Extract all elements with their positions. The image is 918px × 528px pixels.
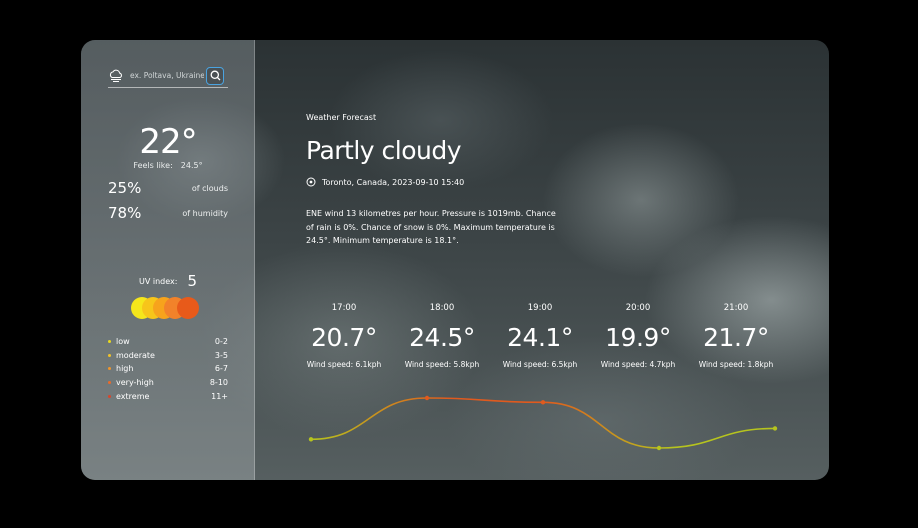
feels-like-value: 24.5° [180, 161, 203, 170]
uv-level-name: moderate [116, 350, 155, 360]
feels-like-label: Feels like: [133, 161, 173, 170]
bullet-icon [108, 394, 111, 398]
cloud-icon [109, 69, 122, 82]
curve-point [540, 400, 546, 405]
hour-card: 18:00 24.5° Wind speed: 5.8kph [393, 303, 491, 369]
uv-level-name: low [116, 337, 130, 347]
humidity-value: 78% [108, 204, 142, 222]
uv-scale-indicator [131, 297, 211, 319]
clouds-value: 25% [108, 179, 142, 197]
uv-index-value: 5 [187, 272, 197, 290]
clouds-stat: 25% of clouds [108, 179, 228, 197]
uv-legend: low 0-2 moderate 3-5 high 6-7 very-high … [108, 335, 228, 403]
hour-temperature: 21.7° [703, 323, 769, 352]
humidity-stat: 78% of humidity [108, 204, 228, 222]
uv-index-label: UV index: [139, 276, 178, 286]
uv-legend-row: high 6-7 [108, 362, 228, 376]
sidebar: 22° Feels like: 24.5° 25% of clouds 78% o… [81, 40, 255, 480]
uv-dot [177, 297, 199, 319]
hour-wind-speed: Wind speed: 1.8kph [698, 360, 774, 369]
weather-condition: Partly cloudy [306, 136, 462, 165]
weather-app: 22° Feels like: 24.5° 25% of clouds 78% o… [81, 40, 829, 480]
uv-level-range: 8-10 [209, 378, 228, 388]
hour-time: 21:00 [723, 303, 749, 313]
hour-temperature: 19.9° [605, 323, 671, 352]
uv-legend-row: very-high 8-10 [108, 376, 228, 390]
uv-level-range: 6-7 [214, 364, 228, 374]
hour-card: 17:00 20.7° Wind speed: 6.1kph [295, 303, 393, 369]
uv-level-range: 11+ [211, 391, 228, 401]
hour-time: 17:00 [331, 303, 357, 313]
uv-index: UV index: 5 [81, 272, 255, 290]
hour-temperature: 24.5° [409, 323, 475, 352]
uv-level-name: high [116, 364, 134, 374]
hour-wind-speed: Wind speed: 6.1kph [306, 360, 382, 369]
hour-temperature: 24.1° [507, 323, 573, 352]
uv-legend-row: low 0-2 [108, 335, 228, 349]
temperature-curve [308, 395, 778, 451]
hour-time: 19:00 [527, 303, 553, 313]
current-temperature: 22° [139, 122, 197, 162]
uv-legend-row: extreme 11+ [108, 389, 228, 403]
bullet-icon [108, 353, 111, 357]
temperature-curve-line [310, 397, 776, 449]
curve-point [308, 437, 314, 442]
hour-wind-speed: Wind speed: 6.5kph [502, 360, 578, 369]
location-pin-icon [306, 177, 316, 187]
hour-wind-speed: Wind speed: 4.7kph [600, 360, 676, 369]
uv-level-range: 3-5 [214, 350, 228, 360]
curve-point [772, 426, 778, 431]
hour-wind-speed: Wind speed: 5.8kph [404, 360, 480, 369]
forecast-panel: Weather Forecast Partly cloudy Toronto, … [255, 40, 829, 480]
hour-temperature: 20.7° [311, 323, 377, 352]
search-button[interactable] [206, 66, 224, 85]
location-datetime: Toronto, Canada, 2023-09-10 15:40 [322, 177, 465, 187]
search-icon [210, 70, 220, 81]
hour-time: 18:00 [429, 303, 455, 313]
section-subtitle: Weather Forecast [306, 113, 377, 122]
hour-card: 19:00 24.1° Wind speed: 6.5kph [491, 303, 589, 369]
clouds-label: of clouds [191, 183, 228, 193]
curve-point [656, 445, 662, 451]
uv-level-range: 0-2 [214, 337, 228, 347]
hour-card: 21:00 21.7° Wind speed: 1.8kph [687, 303, 785, 369]
hourly-forecast: 17:00 20.7° Wind speed: 6.1kph 18:00 24.… [295, 303, 795, 369]
search-bar [108, 64, 228, 88]
bullet-icon [108, 340, 111, 344]
feels-like: Feels like: 24.5° [81, 161, 255, 170]
uv-level-name: extreme [116, 391, 150, 401]
bullet-icon [108, 381, 111, 385]
hour-card: 20:00 19.9° Wind speed: 4.7kph [589, 303, 687, 369]
weather-description: ENE wind 13 kilometres per hour. Pressur… [306, 209, 556, 245]
search-input[interactable] [130, 71, 204, 80]
curve-point [424, 395, 430, 401]
bullet-icon [108, 367, 111, 371]
humidity-label: of humidity [182, 208, 228, 218]
uv-level-name: very-high [116, 378, 154, 388]
hour-time: 20:00 [625, 303, 651, 313]
location-line: Toronto, Canada, 2023-09-10 15:40 [306, 177, 464, 187]
uv-legend-row: moderate 3-5 [108, 349, 228, 363]
